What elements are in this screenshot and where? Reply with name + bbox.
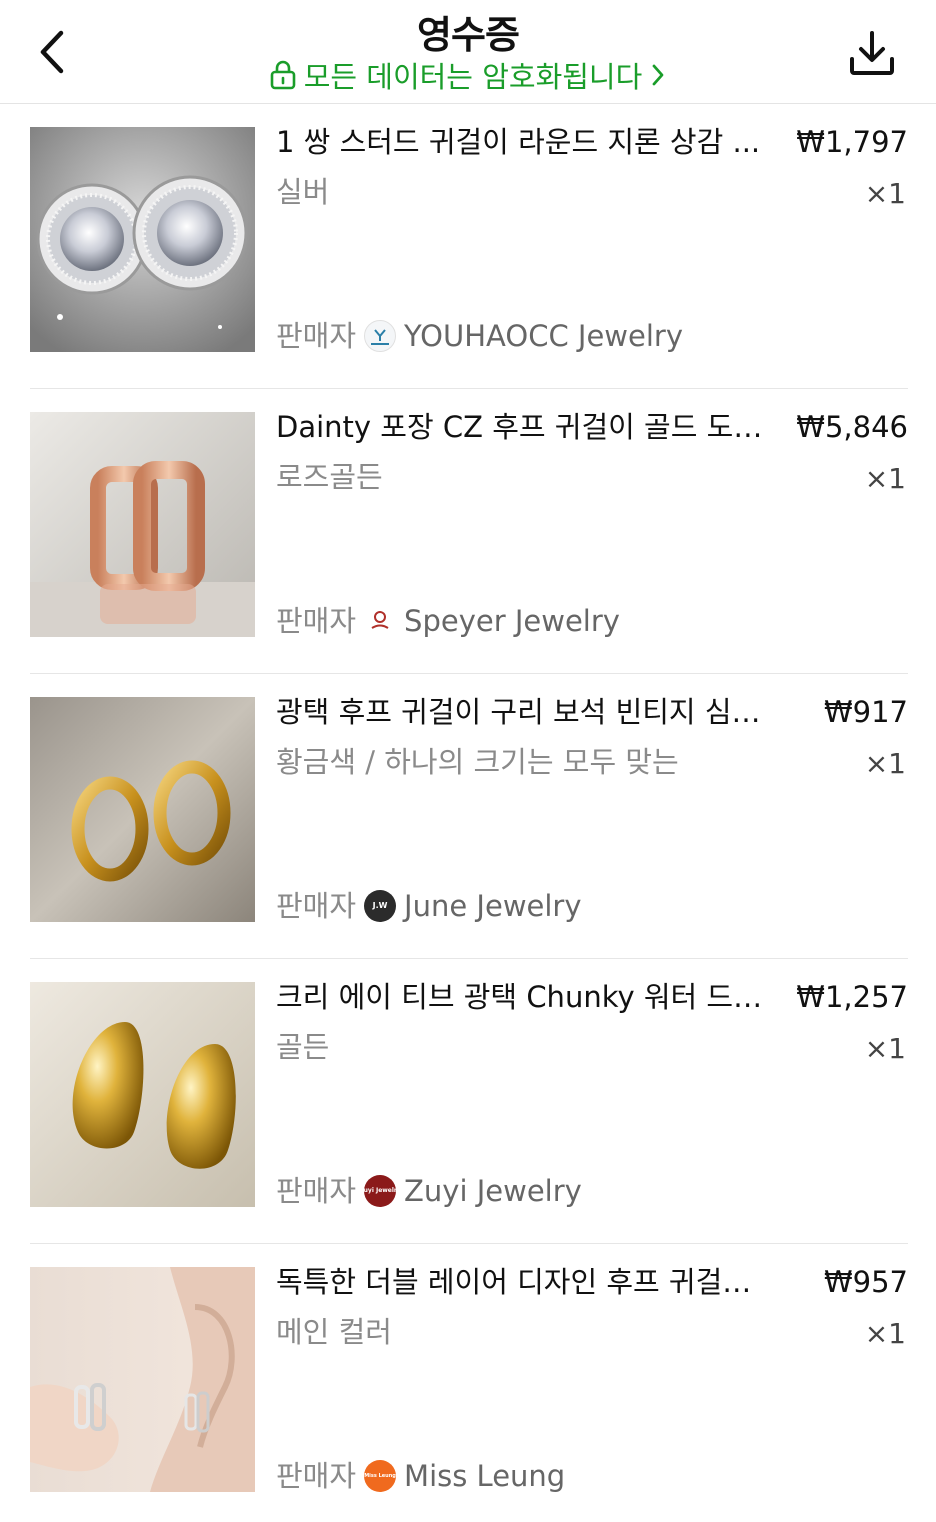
- order-item-list: 1 쌍 스터드 귀걸이 라운드 지론 상감 ... ₩1,797 실버 ×1 판…: [30, 104, 908, 1522]
- product-image[interactable]: [30, 697, 255, 922]
- product-name[interactable]: Dainty 포장 CZ 후프 귀걸이 골드 도금...: [276, 409, 776, 445]
- seller-label: 판매자: [276, 604, 357, 638]
- order-item[interactable]: 1 쌍 스터드 귀걸이 라운드 지론 상감 ... ₩1,797 실버 ×1 판…: [30, 104, 908, 389]
- product-name[interactable]: 크리 에이 티브 광택 Chunky 워터 드롭...: [276, 979, 776, 1015]
- product-image[interactable]: [30, 412, 255, 637]
- product-quantity: ×1: [864, 177, 906, 210]
- product-variant: 실버: [276, 175, 330, 209]
- seller-logo: [364, 320, 397, 352]
- product-price: ₩1,257: [796, 980, 908, 1014]
- page-title: 영수증: [417, 13, 520, 57]
- product-price: ₩1,797: [796, 125, 908, 159]
- product-price: ₩917: [823, 695, 908, 729]
- seller-label: 판매자: [276, 1459, 357, 1493]
- header: 영수증 모든 데이터는 암호화됩니다: [0, 0, 936, 104]
- product-quantity: ×1: [864, 747, 906, 780]
- seller-logo: [364, 605, 397, 637]
- seller-info[interactable]: 판매자 YOUHAOCC Jewelry: [276, 318, 683, 354]
- seller-logo: J.W: [364, 890, 397, 922]
- seller-info[interactable]: 판매자 Speyer Jewelry: [276, 603, 620, 639]
- seller-logo: Miss Leung: [364, 1460, 397, 1492]
- product-variant: 로즈골든: [276, 460, 383, 494]
- seller-label: 판매자: [276, 889, 357, 923]
- product-variant: 골든: [276, 1030, 330, 1064]
- order-item[interactable]: 광택 후프 귀걸이 구리 보석 빈티지 심플... ₩917 황금색 / 하나의…: [30, 674, 908, 959]
- product-name[interactable]: 1 쌍 스터드 귀걸이 라운드 지론 상감 ...: [276, 124, 776, 160]
- order-item[interactable]: 크리 에이 티브 광택 Chunky 워터 드롭... ₩1,257 골든 ×1…: [30, 959, 908, 1244]
- product-image[interactable]: [30, 127, 255, 352]
- lock-icon: [270, 60, 295, 90]
- seller-name: June Jewelry: [404, 889, 582, 923]
- seller-label: 판매자: [276, 319, 357, 353]
- seller-logo: Zuyi Jewelry: [364, 1175, 397, 1207]
- seller-name: Miss Leung: [404, 1459, 566, 1493]
- product-quantity: ×1: [864, 1032, 906, 1065]
- chevron-right-icon: [652, 64, 664, 86]
- product-quantity: ×1: [864, 1317, 906, 1350]
- product-name[interactable]: 독특한 더블 레이어 디자인 후프 귀걸이 ...: [276, 1264, 776, 1300]
- product-variant: 메인 컬러: [276, 1315, 392, 1349]
- product-quantity: ×1: [864, 462, 906, 495]
- product-image[interactable]: [30, 1267, 255, 1492]
- seller-label: 판매자: [276, 1174, 357, 1208]
- order-item[interactable]: Dainty 포장 CZ 후프 귀걸이 골드 도금... ₩5,846 로즈골든…: [30, 389, 908, 674]
- seller-name: YOUHAOCC Jewelry: [404, 319, 684, 353]
- product-variant: 황금색 / 하나의 크기는 모두 맞는: [276, 745, 679, 779]
- seller-info[interactable]: 판매자 J.W June Jewelry: [276, 888, 582, 924]
- download-button[interactable]: [844, 24, 900, 82]
- seller-name: Zuyi Jewelry: [404, 1174, 582, 1208]
- encryption-notice-text: 모든 데이터는 암호화됩니다: [303, 60, 643, 94]
- order-item[interactable]: 독특한 더블 레이어 디자인 후프 귀걸이 ... ₩957 메인 컬러 ×1 …: [30, 1244, 908, 1522]
- seller-info[interactable]: 판매자 Miss Leung Miss Leung: [276, 1458, 565, 1494]
- product-price: ₩5,846: [796, 410, 908, 444]
- product-name[interactable]: 광택 후프 귀걸이 구리 보석 빈티지 심플...: [276, 694, 776, 730]
- product-price: ₩957: [823, 1265, 908, 1299]
- seller-info[interactable]: 판매자 Zuyi Jewelry Zuyi Jewelry: [276, 1173, 582, 1209]
- product-image[interactable]: [30, 982, 255, 1207]
- seller-name: Speyer Jewelry: [404, 604, 620, 638]
- download-icon: [850, 31, 894, 75]
- encryption-notice-link[interactable]: 모든 데이터는 암호화됩니다: [0, 54, 936, 96]
